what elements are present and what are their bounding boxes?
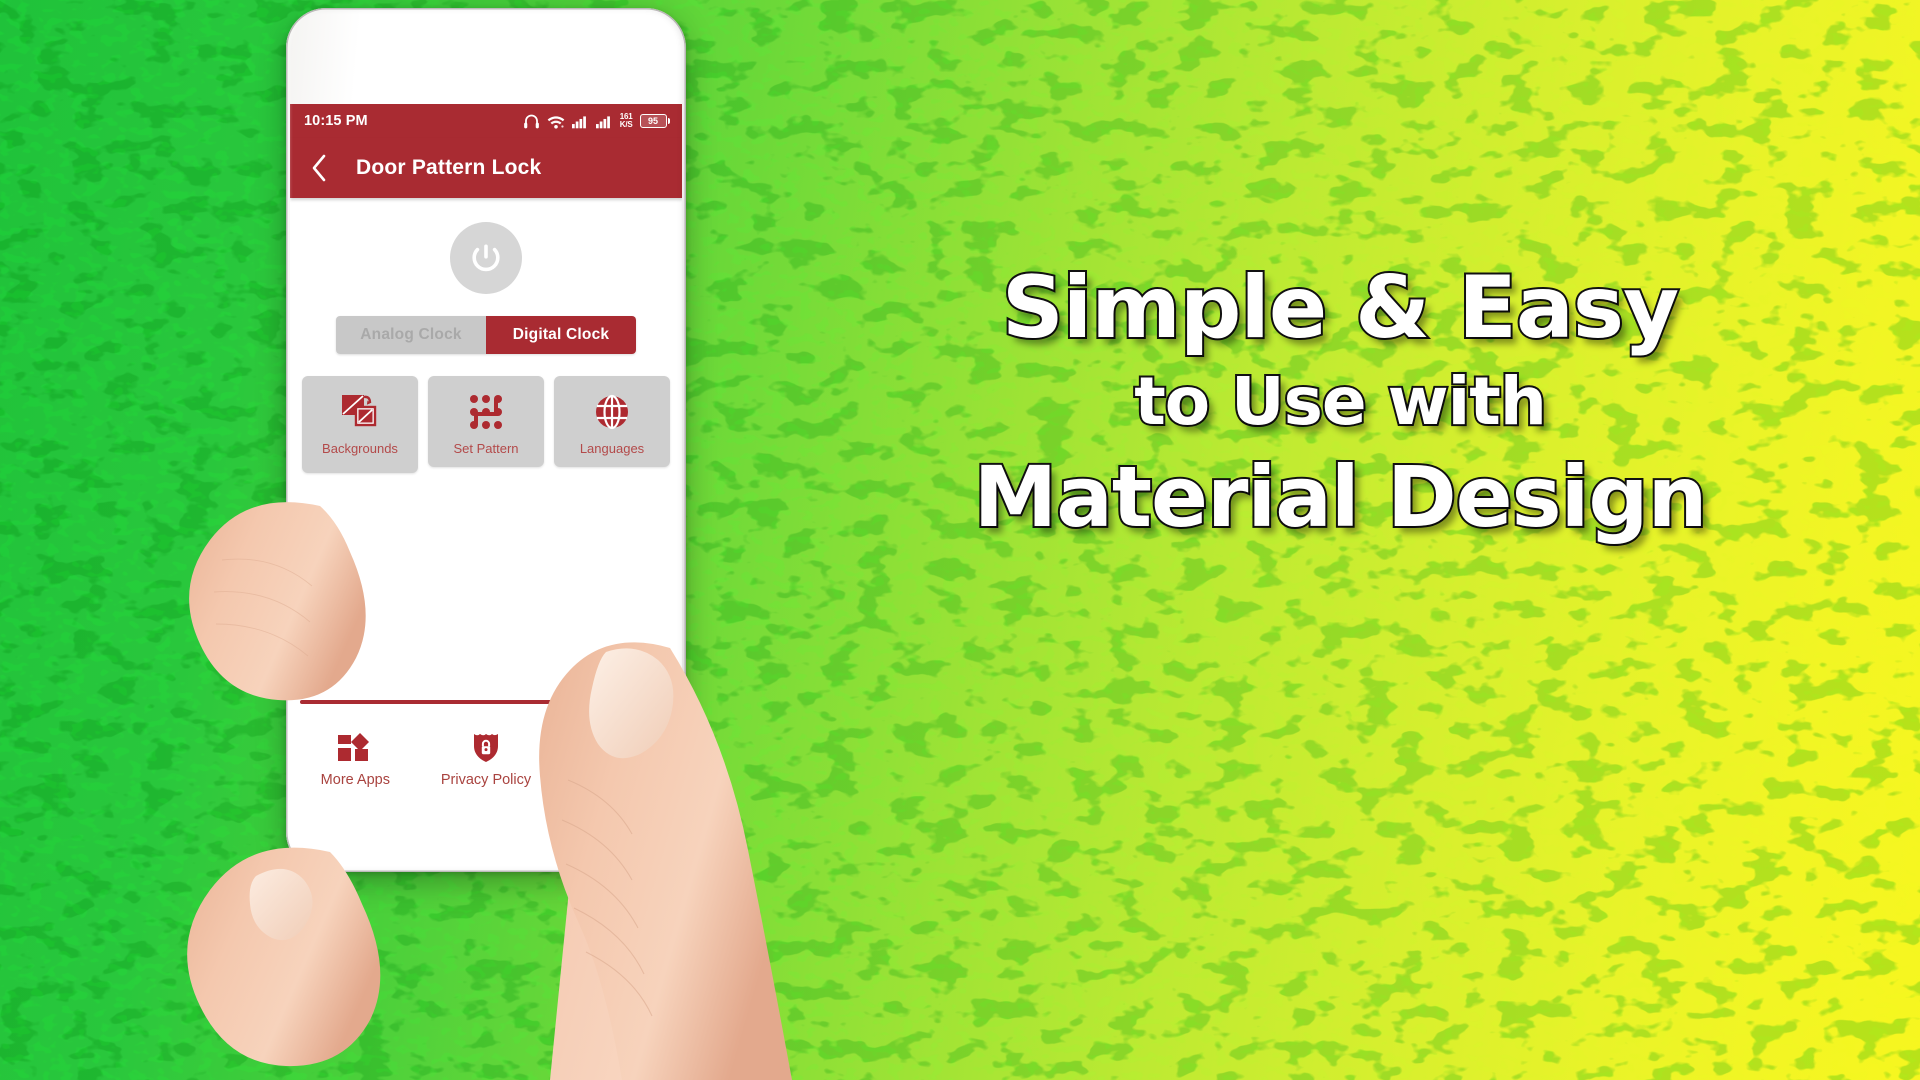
nav-item-rate-us-label: Rate Us <box>590 772 643 788</box>
phone-screen: 10:15 PM 161 K/S 95 Door Pattern Lock An… <box>290 104 682 854</box>
battery-level-label: 95 <box>639 114 667 128</box>
status-bar: 10:15 PM 161 K/S 95 <box>290 104 682 138</box>
bottom-nav: More Apps Privacy Policy Rate Us <box>290 716 682 836</box>
clock-mode-toggle-row: Analog Clock Digital Clock <box>290 316 682 354</box>
tab-digital-clock[interactable]: Digital Clock <box>486 316 636 354</box>
card-set-pattern-label: Set Pattern <box>453 441 519 456</box>
wallpaper-icon-wrap <box>340 390 380 434</box>
wifi-icon <box>547 115 565 129</box>
feature-card-row: Backgrounds Set Pattern Languages <box>290 376 682 473</box>
nav-item-more-apps-label: More Apps <box>320 772 390 788</box>
nav-item-more-apps[interactable]: More Apps <box>290 730 421 790</box>
tab-analog-clock[interactable]: Analog Clock <box>336 316 486 354</box>
network-speed-unit: K/S <box>619 120 633 129</box>
status-bar-icons: 161 K/S 95 <box>523 113 670 129</box>
card-languages-label: Languages <box>579 441 645 456</box>
card-languages[interactable]: Languages <box>554 376 670 467</box>
pattern-dots-icon-wrap <box>466 390 506 434</box>
shield-lock-icon <box>474 734 498 762</box>
clock-mode-toggle[interactable]: Analog Clock Digital Clock <box>336 316 636 354</box>
globe-icon-wrap <box>592 390 632 434</box>
bottom-divider <box>300 700 672 704</box>
wallpaper-icon <box>342 395 377 427</box>
globe-icon <box>596 394 628 430</box>
phone-mockup: 10:15 PM 161 K/S 95 Door Pattern Lock An… <box>286 8 686 872</box>
nav-item-privacy-policy-label: Privacy Policy <box>440 772 532 788</box>
app-bar: Door Pattern Lock <box>290 138 682 198</box>
rating-bubble-icon-wrap <box>600 730 634 766</box>
pattern-dots-icon <box>470 395 502 429</box>
status-bar-clock: 10:15 PM <box>304 113 368 129</box>
shield-lock-icon-wrap <box>472 730 500 766</box>
network-speed-indicator: 161 K/S <box>620 113 633 129</box>
signal-icon <box>595 115 610 128</box>
apps-grid-icon <box>338 733 370 761</box>
chevron-left-icon <box>312 154 326 182</box>
page-title: Door Pattern Lock <box>356 156 542 179</box>
power-button-row <box>290 222 682 294</box>
headphones-icon <box>523 114 539 128</box>
card-backgrounds-label: Backgrounds <box>322 441 398 456</box>
apps-grid-icon-wrap <box>338 730 372 766</box>
card-set-pattern[interactable]: Set Pattern <box>428 376 544 467</box>
power-icon <box>472 244 500 272</box>
nav-item-privacy-policy[interactable]: Privacy Policy <box>421 730 552 790</box>
back-button[interactable] <box>304 151 334 185</box>
card-backgrounds[interactable]: Backgrounds <box>302 376 418 473</box>
rating-bubble-icon <box>601 735 632 759</box>
bottom-divider-wrap <box>290 700 682 704</box>
power-button[interactable] <box>450 222 522 294</box>
signal-icon <box>571 115 586 128</box>
main-content: Analog Clock Digital Clock Backgrounds S… <box>290 198 682 473</box>
battery-indicator: 95 <box>639 114 670 128</box>
battery-tip <box>667 118 670 124</box>
nav-item-rate-us[interactable]: Rate Us <box>551 730 682 790</box>
